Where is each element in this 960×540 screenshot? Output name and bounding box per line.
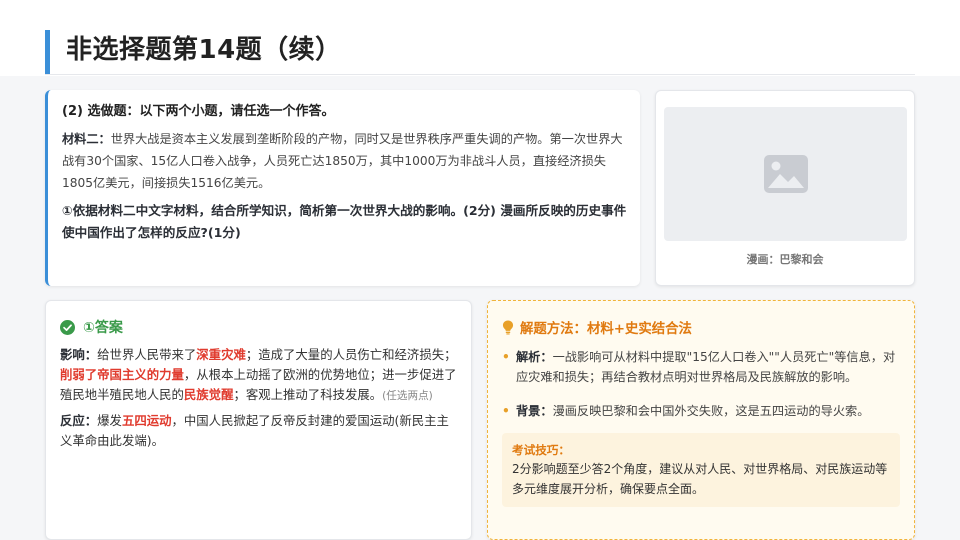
method-title: 解题方法：材料+史实结合法	[520, 322, 692, 337]
reaction-label: 反应：	[60, 413, 98, 428]
question-ask: ①依据材料二中文字材料，结合所学知识，简析第一次世界大战的影响。(2分) 漫画所…	[62, 203, 627, 240]
tips-label: 考试技巧：	[512, 443, 570, 457]
material-text: 世界大战是资本主义发展到垄断阶段的产物，同时又是世界秩序严重失调的产物。第一次世…	[62, 132, 623, 190]
exam-tips-box: 考试技巧： 2分影响题至少答2个角度，建议从对人民、对世界格局、对民族运动等多元…	[502, 433, 900, 507]
answer-reaction: 反应：爆发五四运动，中国人民掀起了反帝反封建的爱国运动(新民主主义革命由此发端)…	[60, 411, 457, 451]
lightbulb-icon	[502, 319, 514, 335]
answer-header: ①答案	[60, 317, 457, 337]
method-card: 解题方法：材料+史实结合法 • 解析：一战影响可从材料中提取"15亿人口卷入""…	[487, 300, 915, 540]
background-text: 漫画反映巴黎和会中国外交失败，这是五四运动的导火索。	[552, 404, 870, 418]
question-head: (2) 选做题：以下两个小题，请任选一个作答。	[62, 104, 335, 119]
answer-title: ①答案	[83, 320, 123, 336]
material-two: 材料二：世界大战是资本主义发展到垄断阶段的产物，同时又是世界秩序严重失调的产物。…	[62, 128, 628, 194]
page-title: 非选择题第14题（续）	[66, 35, 342, 65]
header: 非选择题第14题（续）	[0, 0, 960, 76]
reaction-text-1: 爆发	[97, 413, 122, 428]
bullet-dot: •	[502, 404, 510, 418]
method-analysis: • 解析：一战影响可从材料中提取"15亿人口卷入""人员死亡"等信息，对应灾难和…	[502, 347, 900, 387]
cartoon-card: 漫画：巴黎和会	[655, 90, 915, 286]
check-circle-icon	[60, 319, 75, 335]
impact-text-4: ；客观上推动了科技发展。	[233, 387, 383, 402]
method-background: • 背景：漫画反映巴黎和会中国外交失败，这是五四运动的导火索。	[502, 401, 900, 421]
image-placeholder-icon	[763, 155, 808, 193]
tips-text: 2分影响题至少答2个角度，建议从对人民、对世界格局、对民族运动等多元维度展开分析…	[512, 462, 888, 496]
analysis-label: 解析：	[516, 350, 553, 364]
impact-key-1: 深重灾难	[196, 347, 246, 362]
impact-hint: (任选两点)	[382, 390, 433, 402]
question-card: (2) 选做题：以下两个小题，请任选一个作答。 材料二：世界大战是资本主义发展到…	[45, 90, 640, 286]
background-label: 背景：	[516, 404, 553, 418]
method-header: 解题方法：材料+史实结合法	[502, 317, 900, 337]
impact-text-2: ；造成了大量的人员伤亡和经济损失；	[245, 347, 457, 362]
analysis-text: 一战影响可从材料中提取"15亿人口卷入""人员死亡"等信息，对应灾难和损失；再结…	[516, 350, 896, 384]
cartoon-caption: 漫画：巴黎和会	[746, 253, 824, 266]
impact-key-3: 民族觉醒	[183, 387, 234, 402]
impact-key-2: 削弱了帝国主义的力量	[60, 367, 184, 382]
cartoon-image	[664, 107, 907, 241]
impact-text-1: 给世界人民带来了	[97, 347, 197, 362]
bullet-dot: •	[502, 350, 510, 364]
material-label: 材料二：	[62, 132, 111, 146]
header-divider	[45, 74, 915, 75]
answer-card: ①答案 影响：给世界人民带来了深重灾难；造成了大量的人员伤亡和经济损失； 削弱了帝…	[45, 300, 472, 540]
impact-label: 影响：	[60, 347, 98, 362]
reaction-key-1: 五四运动	[121, 413, 172, 428]
answer-impact: 影响：给世界人民带来了深重灾难；造成了大量的人员伤亡和经济损失； 削弱了帝国主义的…	[60, 345, 457, 406]
title-accent-bar	[45, 30, 50, 74]
